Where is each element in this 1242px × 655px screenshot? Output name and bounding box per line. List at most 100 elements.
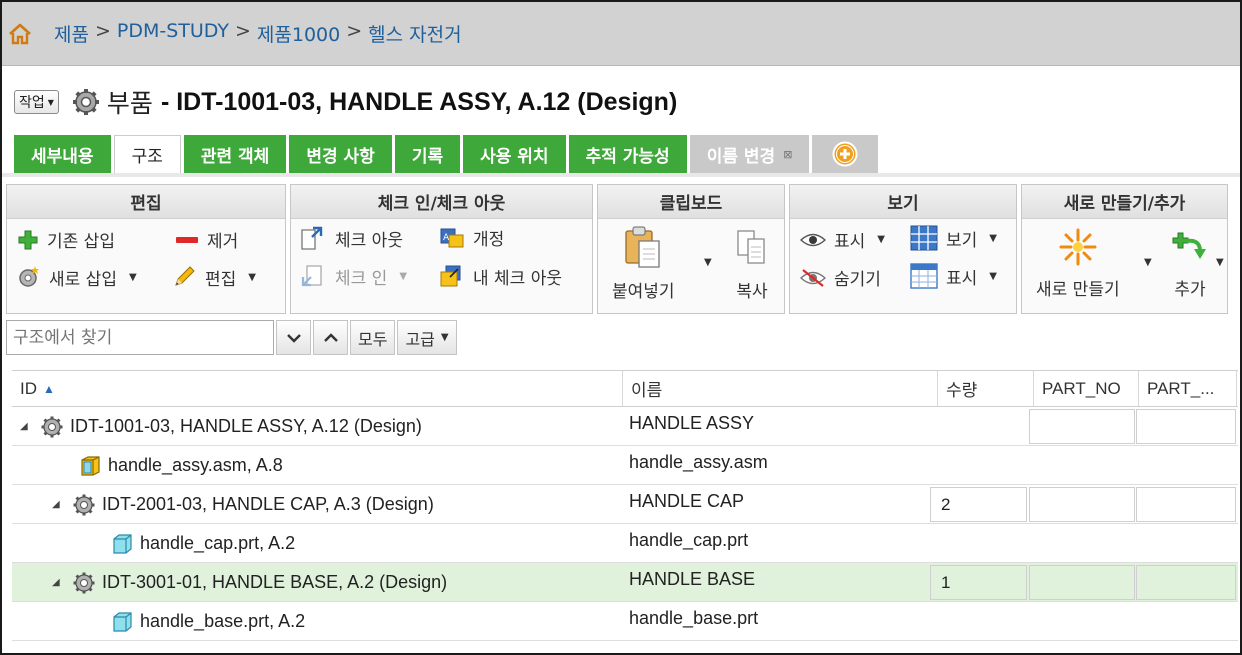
part-extra-field[interactable] [1136,565,1236,600]
table-row[interactable]: handle_base.prt, A.2 handle_base.prt [12,602,1238,641]
find-all-button[interactable]: 모두 [350,320,396,355]
row-id-link[interactable]: handle_cap.prt, A.2 [140,533,295,554]
find-previous-button[interactable] [313,320,348,355]
chevron-down-icon: ▼ [440,332,449,343]
checkin-label: 체크 인 [335,268,388,289]
quantity-field[interactable]: 2 [930,487,1027,522]
table-row[interactable]: handle_assy.asm, A.8 handle_assy.asm [12,446,1238,485]
tab-traceability[interactable]: 추적 가능성 [568,135,687,173]
breadcrumb-item[interactable]: 제품1000 [257,20,340,47]
chevron-down-icon[interactable]: ▼ [248,272,256,283]
tab-rename[interactable]: 이름 변경 ⊠ [689,135,810,173]
column-header-quantity[interactable]: 수량 [938,371,1034,406]
show-button[interactable]: 표시 ▼ [800,227,885,252]
tab-related-objects[interactable]: 관련 객체 [183,135,287,173]
row-id-link[interactable]: IDT-1001-03, HANDLE ASSY, A.12 (Design) [70,416,422,437]
part-no-field[interactable] [1029,565,1135,600]
insert-existing-button[interactable]: 기존 삽입 [17,227,115,252]
row-id-link[interactable]: IDT-2001-03, HANDLE CAP, A.3 (Design) [102,494,434,515]
quantity-field[interactable]: 1 [930,565,1027,600]
row-id-link[interactable]: handle_assy.asm, A.8 [108,455,283,476]
actions-menu-button[interactable]: 작업 ▼ [14,90,59,114]
tab-history[interactable]: 기록 [394,135,461,173]
tab-details[interactable]: 세부내용 [14,135,111,173]
part-no-field[interactable] [1029,409,1135,444]
part-extra-field[interactable] [1136,487,1236,522]
tab-where-used[interactable]: 사용 위치 [463,135,566,173]
my-checkouts-icon [440,265,461,287]
part-gear-icon [72,89,99,115]
pencil-icon [175,266,195,286]
view-button[interactable]: 보기 ▼ [910,225,997,251]
find-next-button[interactable] [276,320,311,355]
edit-label: 편집 [205,269,237,290]
table-row[interactable]: ◢ IDT-2001-03, HANDLE CAP, A.3 (Design) HA… [12,485,1238,524]
chevron-down-icon[interactable]: ▼ [989,271,997,282]
column-header-id[interactable]: ID ▲ [12,371,623,406]
close-tab-icon[interactable]: ⊠ [783,148,792,161]
edit-group-title: 편집 [7,185,285,219]
display-button[interactable]: 표시 ▼ [910,263,997,289]
name-cell: handle_base.prt [629,607,759,628]
id-cell: handle_cap.prt, A.2 [110,524,295,563]
table-row[interactable]: ◢ IDT-1001-03, HANDLE ASSY, A.12 (Design)… [12,407,1238,446]
remove-button[interactable]: 제거 [175,227,238,252]
paste-button[interactable]: 붙여넣기 [612,225,675,302]
chevron-down-icon [286,333,301,343]
add-button[interactable]: 추가 [1170,227,1210,300]
checkin-icon [301,265,322,287]
chevron-up-icon [323,332,338,342]
breadcrumb-item[interactable]: PDM-STUDY [117,20,229,47]
chevron-down-icon[interactable]: ▼ [1144,257,1152,268]
collapse-toggle-icon[interactable]: ◢ [52,577,66,588]
breadcrumb-item[interactable]: 헬스 자전거 [368,20,461,47]
my-checkouts-button[interactable]: 내 체크 아웃 [439,263,562,289]
row-id-link[interactable]: IDT-3001-01, HANDLE BASE, A.2 (Design) [102,572,447,593]
table-row[interactable]: ◢ IDT-3001-01, HANDLE BASE, A.2 (Design) H… [12,563,1238,602]
part-extra-field[interactable] [1136,409,1236,444]
chevron-down-icon[interactable]: ▼ [129,272,137,283]
chevron-down-icon: ▼ [47,97,54,107]
page-header: 작업 ▼ 부품 - IDT-1001-03, HANDLE ASSY, A.12… [14,80,677,124]
structure-search-bar: 모두 고급 ▼ [6,320,457,355]
chevron-down-icon[interactable]: ▼ [989,233,997,244]
column-header-part-extra[interactable]: PART_... [1139,371,1237,406]
revise-button[interactable]: A 개정 [439,225,504,250]
id-cell: handle_assy.asm, A.8 [78,446,283,485]
part-no-field[interactable] [1029,487,1135,522]
collapse-toggle-icon[interactable]: ◢ [52,499,66,510]
column-header-part-no[interactable]: PART_NO [1034,371,1139,406]
table-row[interactable]: handle_cap.prt, A.2 handle_cap.prt [12,524,1238,563]
tab-changes[interactable]: 변경 사항 [289,135,392,173]
hide-button[interactable]: 숨기기 [800,265,881,290]
chevron-down-icon[interactable]: ▼ [399,271,407,282]
home-icon[interactable] [6,20,34,48]
chevron-down-icon[interactable]: ▼ [877,234,885,245]
cad-part-icon [110,532,134,556]
new-label: 새로 만들기 [1036,280,1120,300]
collapse-toggle-icon[interactable]: ◢ [20,421,34,432]
checkin-group-title: 체크 인/체크 아웃 [291,185,592,219]
new-sparkle-icon [1059,228,1097,266]
chevron-down-icon[interactable]: ▼ [704,257,712,268]
copy-button[interactable]: 복사 [732,225,772,302]
add-arrow-icon [1172,232,1206,259]
breadcrumb-item[interactable]: 제품 [54,20,89,47]
column-header-name[interactable]: 이름 [623,371,938,406]
new-button[interactable]: 새로 만들기 [1036,227,1120,300]
advanced-search-button[interactable]: 고급 ▼ [397,320,457,355]
checkout-button[interactable]: 체크 아웃 [299,225,403,251]
edit-button[interactable]: 편집 ▼ [171,264,256,290]
chevron-down-icon[interactable]: ▼ [1216,257,1224,268]
insert-new-button[interactable]: 새로 삽입 ▼ [15,264,137,290]
breadcrumb-bar: 제품 > PDM-STUDY > 제품1000 > 헬스 자전거 [2,2,1240,66]
remove-label: 제거 [207,232,239,252]
row-id-link[interactable]: handle_base.prt, A.2 [140,611,305,632]
edit-group: 편집 기존 삽입 제거 새로 삽입 ▼ 편집 ▼ [6,184,286,314]
tab-structure[interactable]: 구조 [113,135,181,173]
structure-search-input[interactable] [6,320,274,355]
breadcrumb: 제품 > PDM-STUDY > 제품1000 > 헬스 자전거 [54,20,462,47]
checkin-button[interactable]: 체크 인 ▼ [299,263,407,289]
actions-menu-label: 작업 [19,95,45,111]
add-tab-button[interactable] [812,135,879,173]
